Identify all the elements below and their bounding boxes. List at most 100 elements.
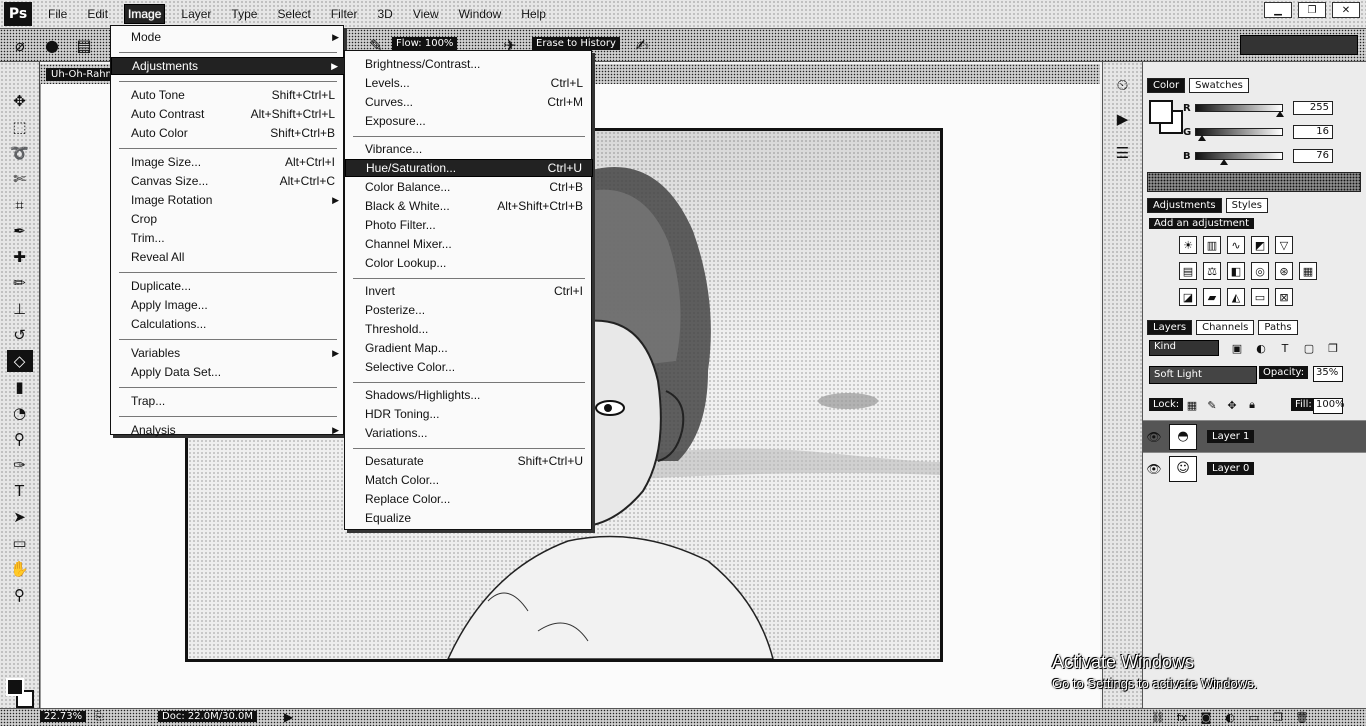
tab-color[interactable]: Color: [1147, 78, 1186, 93]
eyedropper-tool-icon[interactable]: ✒: [7, 220, 33, 242]
filter-adjustment-icon[interactable]: ◐: [1253, 340, 1269, 356]
image-menu-item-crop[interactable]: Crop: [111, 210, 345, 228]
filter-smart-object-icon[interactable]: ❐: [1325, 340, 1341, 356]
blend-mode-select[interactable]: Soft Light: [1149, 366, 1257, 384]
posterize-icon[interactable]: ▰: [1203, 288, 1221, 306]
color-balance-icon[interactable]: ⚖: [1203, 262, 1221, 280]
adjustments-menu-item-threshold[interactable]: Threshold...: [345, 320, 593, 338]
lasso-tool-icon[interactable]: ➰: [7, 142, 33, 164]
levels-icon[interactable]: ▥: [1203, 236, 1221, 254]
workspace-switcher[interactable]: [1240, 35, 1358, 55]
layer-name[interactable]: Layer 0: [1207, 462, 1255, 475]
image-menu-item-auto-tone[interactable]: Auto Tone Shift+Ctrl+L: [111, 86, 345, 104]
layer-row[interactable]: 👁︎ ☺ Layer 0: [1143, 452, 1366, 484]
pen-tool-icon[interactable]: ✑: [7, 454, 33, 476]
adjustments-menu-item-replace-color[interactable]: Replace Color...: [345, 490, 593, 508]
eraser-tool-icon[interactable]: ◇: [6, 350, 33, 372]
image-menu-item-reveal-all[interactable]: Reveal All: [111, 248, 345, 266]
image-menu-item-auto-contrast[interactable]: Auto Contrast Alt+Shift+Ctrl+L: [111, 105, 345, 123]
layer-mask-icon[interactable]: ◙: [1198, 710, 1214, 724]
slider-red[interactable]: R 255: [1183, 100, 1343, 117]
selective-color-icon[interactable]: ⊠: [1275, 288, 1293, 306]
image-menu-item-calculations[interactable]: Calculations...: [111, 315, 345, 333]
brush-size-icon[interactable]: ●: [40, 33, 64, 57]
visibility-eye-icon[interactable]: 👁︎: [1143, 430, 1165, 444]
minimize-button[interactable]: ▁: [1264, 2, 1292, 18]
blur-tool-icon[interactable]: ◔: [7, 402, 33, 424]
image-menu-item-apply-image[interactable]: Apply Image...: [111, 296, 345, 314]
flow-value[interactable]: 100%: [425, 38, 454, 49]
slider-red-knob[interactable]: [1276, 111, 1284, 117]
color-lookup-icon[interactable]: ▦: [1299, 262, 1317, 280]
hue-saturation-icon[interactable]: ▤: [1179, 262, 1197, 280]
zoom-level-field[interactable]: 22.73%: [40, 711, 87, 722]
adjustments-menu-item-gradient-map[interactable]: Gradient Map...: [345, 339, 593, 357]
adjustments-menu-item-color-lookup[interactable]: Color Lookup...: [345, 254, 593, 272]
exposure-icon[interactable]: ◩: [1251, 236, 1269, 254]
slider-green-track[interactable]: [1195, 128, 1283, 141]
tab-channels[interactable]: Channels: [1196, 320, 1255, 335]
image-menu-item-adjustments[interactable]: Adjustments ▶: [111, 57, 345, 75]
layer-row[interactable]: 👁︎ ◓ Layer 1: [1143, 420, 1366, 452]
shape-tool-icon[interactable]: ▭: [7, 532, 33, 554]
tab-styles[interactable]: Styles: [1225, 198, 1268, 213]
slider-red-value[interactable]: 255: [1293, 101, 1333, 115]
adjustments-menu-item-match-color[interactable]: Match Color...: [345, 471, 593, 489]
adjustments-menu-item-posterize[interactable]: Posterize...: [345, 301, 593, 319]
image-menu-item-auto-color[interactable]: Auto Color Shift+Ctrl+B: [111, 124, 345, 142]
adjustments-menu-item-black-white[interactable]: Black & White... Alt+Shift+Ctrl+B: [345, 197, 593, 215]
eraser-preset-icon[interactable]: ⌀: [8, 33, 32, 57]
brush-tool-icon[interactable]: ✏: [7, 272, 33, 294]
adjustments-menu-item-photo-filter[interactable]: Photo Filter...: [345, 216, 593, 234]
clone-stamp-tool-icon[interactable]: ⊥: [7, 298, 33, 320]
filter-type-icon[interactable]: T: [1277, 340, 1293, 356]
brush-panel-icon[interactable]: ▤: [72, 33, 96, 57]
menu-layer[interactable]: Layer: [177, 4, 215, 24]
image-menu-item-trap[interactable]: Trap...: [111, 392, 345, 410]
slider-blue-value[interactable]: 76: [1293, 149, 1333, 163]
quick-select-tool-icon[interactable]: ✄: [7, 168, 33, 190]
erase-to-history-checkbox[interactable]: Erase to History: [532, 37, 620, 50]
gradient-tool-icon[interactable]: ▮: [7, 376, 33, 398]
crop-tool-icon[interactable]: ⌗: [7, 194, 33, 216]
vibrance-icon[interactable]: ▽: [1275, 236, 1293, 254]
filter-shape-icon[interactable]: ▢: [1301, 340, 1317, 356]
adjustments-menu-item-invert[interactable]: Invert Ctrl+I: [345, 282, 593, 300]
slider-blue-track[interactable]: [1195, 152, 1283, 165]
color-spectrum-bar[interactable]: [1147, 172, 1361, 192]
actions-icon[interactable]: ▶: [1111, 108, 1135, 130]
invert-icon[interactable]: ◪: [1179, 288, 1197, 306]
image-menu-item-image-size[interactable]: Image Size... Alt+Ctrl+I: [111, 153, 345, 171]
adjustments-menu-item-color-balance[interactable]: Color Balance... Ctrl+B: [345, 178, 593, 196]
tab-adjustments[interactable]: Adjustments: [1147, 198, 1222, 213]
lock-image-icon[interactable]: ✎: [1205, 398, 1219, 412]
history-brush-tool-icon[interactable]: ↺: [7, 324, 33, 346]
menu-type[interactable]: Type: [227, 4, 261, 24]
adjustments-menu-item-levels[interactable]: Levels... Ctrl+L: [345, 74, 593, 92]
menu-edit[interactable]: Edit: [83, 4, 112, 24]
tab-paths[interactable]: Paths: [1258, 320, 1298, 335]
zoom-tool-icon[interactable]: ⚲: [7, 584, 33, 606]
status-menu-arrow-icon[interactable]: ▶: [284, 710, 293, 724]
image-menu-item-trim[interactable]: Trim...: [111, 229, 345, 247]
filter-pixel-icon[interactable]: ▣: [1229, 340, 1245, 356]
close-button[interactable]: ✕: [1332, 2, 1360, 18]
history-icon[interactable]: ⏲: [1111, 74, 1135, 96]
adjustments-menu-item-channel-mixer[interactable]: Channel Mixer...: [345, 235, 593, 253]
channel-mixer-icon[interactable]: ⊛: [1275, 262, 1293, 280]
menu-image[interactable]: Image: [124, 4, 166, 24]
properties-icon[interactable]: ☰: [1111, 142, 1135, 164]
adjustments-menu-item-exposure[interactable]: Exposure...: [345, 112, 593, 130]
menu-filter[interactable]: Filter: [327, 4, 362, 24]
move-tool-icon[interactable]: ✥: [7, 90, 33, 112]
menu-3d[interactable]: 3D: [373, 4, 396, 24]
adjustments-menu-item-hdr-toning[interactable]: HDR Toning...: [345, 405, 593, 423]
path-selection-tool-icon[interactable]: ➤: [7, 506, 33, 528]
visibility-eye-icon[interactable]: 👁︎: [1143, 462, 1165, 476]
image-menu-item-analysis[interactable]: Analysis ▶: [111, 421, 345, 439]
menu-file[interactable]: File: [44, 4, 71, 24]
adjustments-menu-item-shadows-highlights[interactable]: Shadows/Highlights...: [345, 386, 593, 404]
slider-green[interactable]: G 16: [1183, 124, 1343, 141]
image-menu-item-canvas-size[interactable]: Canvas Size... Alt+Ctrl+C: [111, 172, 345, 190]
tab-swatches[interactable]: Swatches: [1189, 78, 1249, 93]
